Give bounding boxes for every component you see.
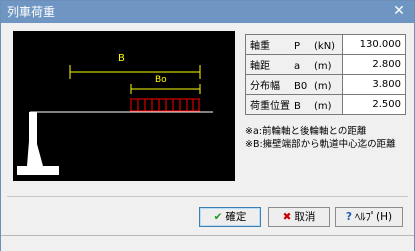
table-row: 荷重位置 B (m) 2.500	[245, 94, 406, 115]
table-row: 軸重 P (kN) 130.000	[245, 34, 406, 55]
window-title: 列車荷重	[7, 5, 56, 19]
retaining-wall-shape	[17, 112, 59, 175]
param-label: 分布幅 B0 (m)	[245, 74, 343, 95]
param-label: 軸距 a (m)	[245, 54, 343, 75]
distributed-load-block	[130, 98, 200, 112]
help-label: ﾍﾙﾌﾟ(H)	[355, 211, 393, 223]
ok-button[interactable]: ✔ 確定	[199, 207, 261, 227]
close-button[interactable]: ✕	[390, 2, 408, 20]
help-button[interactable]: ? ﾍﾙﾌﾟ(H)	[335, 207, 403, 227]
status-bar	[1, 235, 414, 251]
ok-label: 確定	[225, 211, 247, 223]
table-row: 分布幅 B0 (m) 3.800	[245, 74, 406, 95]
axle-load-input[interactable]: 130.000	[342, 34, 406, 55]
cancel-label: 取消	[294, 211, 316, 223]
note-axle-spacing: ※a:前輪軸と後輪軸との距離	[245, 126, 367, 137]
button-separator	[7, 196, 408, 197]
check-icon: ✔	[213, 211, 223, 223]
diagram-panel: B Bo	[13, 31, 235, 181]
table-row: 軸距 a (m) 2.800	[245, 54, 406, 75]
load-position-input[interactable]: 2.500	[342, 94, 406, 115]
retaining-wall-diagram: B Bo	[17, 53, 213, 175]
note-load-position: ※B:擁壁端部から軌道中心迄の距離	[245, 139, 396, 150]
title-bar: 列車荷重 ✕	[1, 1, 414, 23]
x-icon: ✖	[282, 211, 292, 223]
distribution-width-input[interactable]: 3.800	[342, 74, 406, 95]
b-label: B	[118, 53, 125, 64]
param-label: 荷重位置 B (m)	[245, 94, 343, 115]
train-load-dialog: 列車荷重 ✕ B Bo 軸重 P (kN) 130.000 軸距 a (m) 2…	[0, 0, 415, 251]
bo-label: Bo	[155, 75, 167, 85]
param-label: 軸重 P (kN)	[245, 34, 343, 55]
axle-spacing-input[interactable]: 2.800	[342, 54, 406, 75]
cancel-button[interactable]: ✖ 取消	[268, 207, 330, 227]
parameter-table: 軸重 P (kN) 130.000 軸距 a (m) 2.800 分布幅 B0 (m) 3.…	[245, 34, 406, 115]
help-icon: ?	[345, 211, 352, 223]
